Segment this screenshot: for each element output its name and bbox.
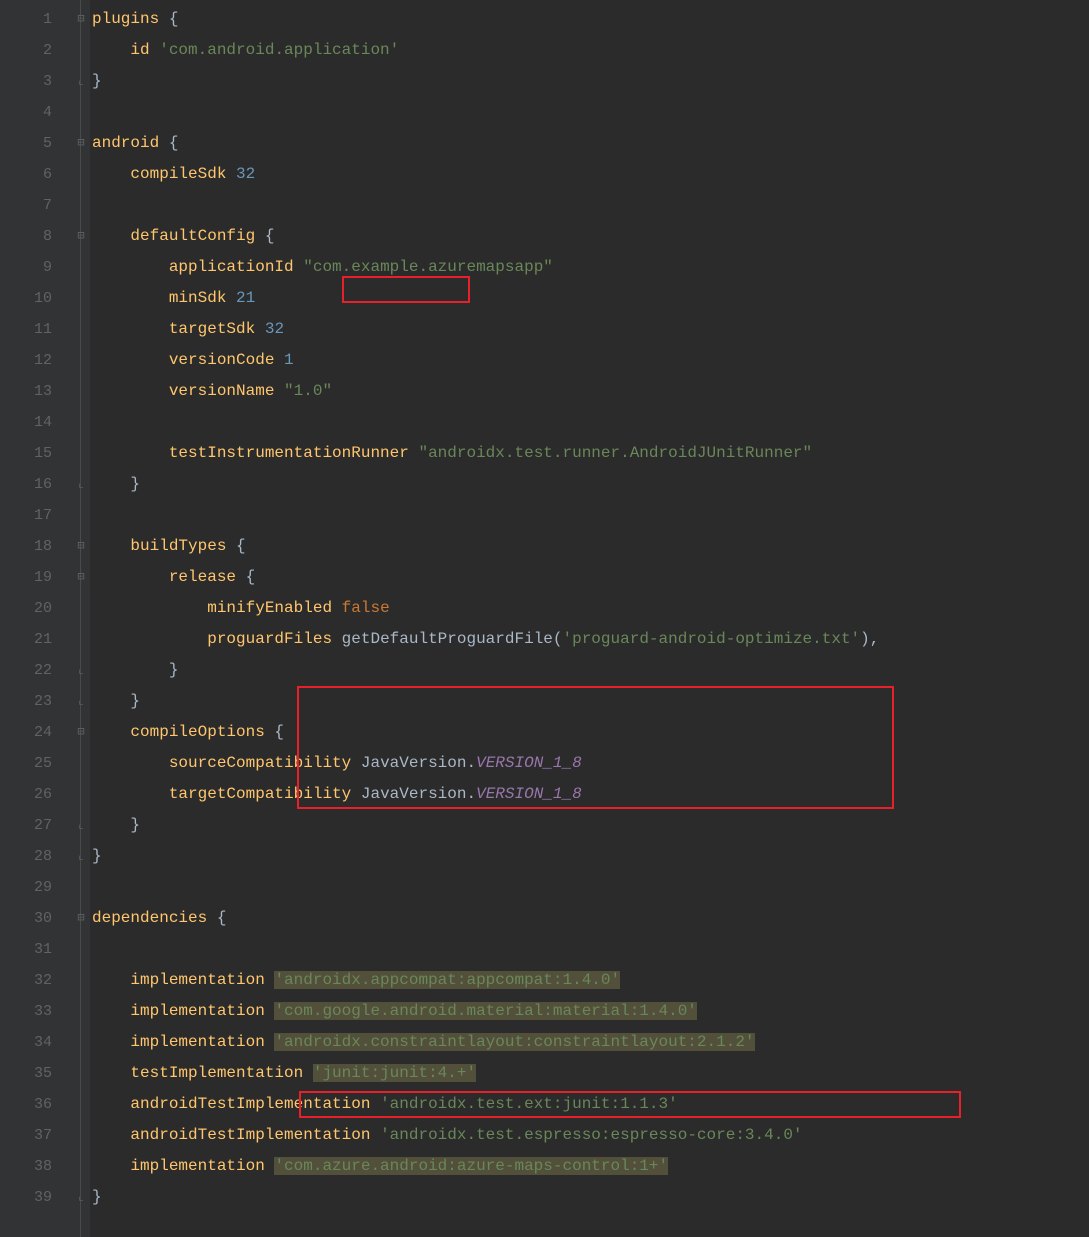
code-line[interactable]: testImplementation 'junit:junit:4.+' — [90, 1058, 1089, 1089]
line-number: 14 — [0, 407, 72, 438]
fold-close-icon[interactable]: ⌞ — [72, 686, 90, 717]
code-line[interactable]: androidTestImplementation 'androidx.test… — [90, 1089, 1089, 1120]
code-line[interactable]: } — [90, 469, 1089, 500]
code-line[interactable]: id 'com.android.application' — [90, 35, 1089, 66]
fold-open-icon[interactable]: ⊟ — [72, 531, 90, 562]
line-number: 36 — [0, 1089, 72, 1120]
fold-close-icon[interactable]: ⌞ — [72, 469, 90, 500]
fold-close-icon[interactable]: ⌞ — [72, 841, 90, 872]
line-number-gutter: 1 2 3 4 5 6 7 8 9 10 11 12 13 14 15 16 1… — [0, 0, 72, 1237]
code-line[interactable] — [90, 500, 1089, 531]
line-number: 9 — [0, 252, 72, 283]
fold-close-icon[interactable]: ⌞ — [72, 1182, 90, 1213]
line-number: 15 — [0, 438, 72, 469]
line-number: 16 — [0, 469, 72, 500]
line-number: 20 — [0, 593, 72, 624]
line-number: 32 — [0, 965, 72, 996]
line-number: 8 — [0, 221, 72, 252]
code-line[interactable]: proguardFiles getDefaultProguardFile('pr… — [90, 624, 1089, 655]
code-line[interactable]: androidTestImplementation 'androidx.test… — [90, 1120, 1089, 1151]
fold-open-icon[interactable]: ⊟ — [72, 717, 90, 748]
line-number: 30 — [0, 903, 72, 934]
code-line[interactable]: targetCompatibility JavaVersion.VERSION_… — [90, 779, 1089, 810]
code-line[interactable]: buildTypes { — [90, 531, 1089, 562]
code-line[interactable]: minifyEnabled false — [90, 593, 1089, 624]
code-line[interactable] — [90, 190, 1089, 221]
code-line[interactable]: implementation 'com.google.android.mater… — [90, 996, 1089, 1027]
code-line[interactable]: } — [90, 655, 1089, 686]
line-number: 39 — [0, 1182, 72, 1213]
fold-open-icon[interactable]: ⊟ — [72, 221, 90, 252]
line-number: 38 — [0, 1151, 72, 1182]
code-line[interactable] — [90, 407, 1089, 438]
line-number: 28 — [0, 841, 72, 872]
code-line[interactable]: } — [90, 810, 1089, 841]
code-line[interactable] — [90, 97, 1089, 128]
fold-column: ⊟ ⌞ ⊟ ⊟ ⌞ ⊟ ⊟ ⌞ ⌞ ⊟ ⌞ ⌞ ⊟ ⌞ — [72, 0, 90, 1237]
code-line[interactable]: targetSdk 32 — [90, 314, 1089, 345]
code-line[interactable]: applicationId "com.example.azuremapsapp" — [90, 252, 1089, 283]
code-line[interactable] — [90, 872, 1089, 903]
fold-open-icon[interactable]: ⊟ — [72, 4, 90, 35]
line-number: 24 — [0, 717, 72, 748]
code-line[interactable]: minSdk 21 — [90, 283, 1089, 314]
fold-close-icon[interactable]: ⌞ — [72, 655, 90, 686]
line-number: 11 — [0, 314, 72, 345]
fold-open-icon[interactable]: ⊟ — [72, 128, 90, 159]
line-number: 4 — [0, 97, 72, 128]
code-line[interactable]: implementation 'androidx.appcompat:appco… — [90, 965, 1089, 996]
code-line[interactable]: implementation 'com.azure.android:azure-… — [90, 1151, 1089, 1182]
code-line[interactable]: versionName "1.0" — [90, 376, 1089, 407]
line-number: 27 — [0, 810, 72, 841]
line-number: 33 — [0, 996, 72, 1027]
code-line[interactable]: dependencies { — [90, 903, 1089, 934]
line-number: 13 — [0, 376, 72, 407]
code-line[interactable] — [90, 934, 1089, 965]
code-line[interactable]: compileOptions { — [90, 717, 1089, 748]
line-number: 22 — [0, 655, 72, 686]
line-number: 7 — [0, 190, 72, 221]
fold-open-icon[interactable]: ⊟ — [72, 562, 90, 593]
code-line[interactable]: } — [90, 66, 1089, 97]
code-line[interactable]: } — [90, 686, 1089, 717]
line-number: 19 — [0, 562, 72, 593]
code-line[interactable]: versionCode 1 — [90, 345, 1089, 376]
line-number: 17 — [0, 500, 72, 531]
code-line[interactable]: android { — [90, 128, 1089, 159]
code-line[interactable]: compileSdk 32 — [90, 159, 1089, 190]
line-number: 31 — [0, 934, 72, 965]
line-number: 34 — [0, 1027, 72, 1058]
line-number: 1 — [0, 4, 72, 35]
code-line[interactable]: plugins { — [90, 4, 1089, 35]
code-line[interactable]: defaultConfig { — [90, 221, 1089, 252]
line-number: 10 — [0, 283, 72, 314]
line-number: 2 — [0, 35, 72, 66]
code-line[interactable]: sourceCompatibility JavaVersion.VERSION_… — [90, 748, 1089, 779]
line-number: 21 — [0, 624, 72, 655]
code-line[interactable]: } — [90, 1182, 1089, 1213]
line-number: 5 — [0, 128, 72, 159]
fold-close-icon[interactable]: ⌞ — [72, 66, 90, 97]
code-editor[interactable]: plugins { id 'com.android.application' }… — [90, 0, 1089, 1237]
fold-close-icon[interactable]: ⌞ — [72, 810, 90, 841]
line-number: 12 — [0, 345, 72, 376]
line-number: 37 — [0, 1120, 72, 1151]
line-number: 25 — [0, 748, 72, 779]
fold-open-icon[interactable]: ⊟ — [72, 903, 90, 934]
line-number: 29 — [0, 872, 72, 903]
code-line[interactable]: release { — [90, 562, 1089, 593]
line-number: 35 — [0, 1058, 72, 1089]
line-number: 3 — [0, 66, 72, 97]
line-number: 26 — [0, 779, 72, 810]
line-number: 23 — [0, 686, 72, 717]
line-number: 18 — [0, 531, 72, 562]
code-line[interactable]: } — [90, 841, 1089, 872]
line-number: 6 — [0, 159, 72, 190]
code-line[interactable]: implementation 'androidx.constraintlayou… — [90, 1027, 1089, 1058]
code-line[interactable]: testInstrumentationRunner "androidx.test… — [90, 438, 1089, 469]
